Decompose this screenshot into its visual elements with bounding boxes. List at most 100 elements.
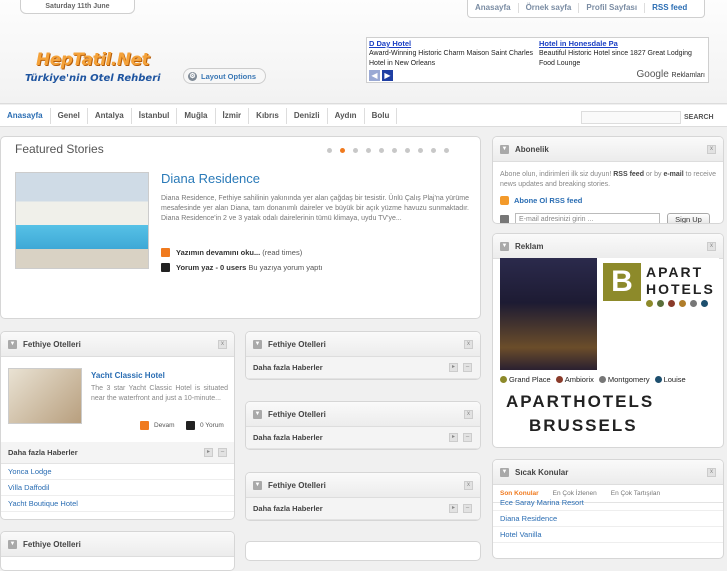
collapse-icon[interactable]: –	[218, 448, 227, 457]
subscription-box: ▼ Abonelik x Abone olun, indirimleri ilk…	[492, 136, 724, 224]
nav-item-aydin[interactable]: Aydın	[328, 107, 365, 124]
rss-icon	[500, 196, 509, 205]
sign-up-button[interactable]: Sign Up	[667, 213, 710, 223]
next-arrow-icon[interactable]: ▶	[382, 70, 393, 81]
search-input[interactable]	[581, 111, 681, 124]
box-title: Fethiye Otelleri	[23, 340, 81, 349]
nav-item-anasayfa[interactable]: Anasayfa	[0, 107, 51, 124]
collapse-icon[interactable]: –	[463, 363, 472, 372]
nav-item-kibris[interactable]: Kıbrıs	[249, 107, 287, 124]
gear-icon: ⚙	[188, 71, 197, 81]
featured-title[interactable]: Diana Residence	[161, 171, 260, 186]
nav-item-istanbul[interactable]: İstanbul	[132, 107, 178, 124]
fethiye-box-mid-1: ▼ Fethiye Otelleri x Daha fazla Haberler…	[245, 331, 481, 380]
list-item[interactable]: Ece Saray Marina Resort	[493, 495, 723, 511]
list-item[interactable]: Hotel Vanilla	[493, 527, 723, 543]
list-item[interactable]: Yonca Lodge	[1, 464, 234, 480]
advert-box: ▼ Reklam x B APART HOTELS Grand Place Amb…	[492, 233, 724, 448]
top-link-ornek-sayfa[interactable]: Örnek sayfa	[519, 3, 580, 13]
top-link-anasayfa[interactable]: Anasayfa	[468, 3, 519, 13]
fethiye-box-mid-4	[245, 541, 481, 561]
list-item[interactable]: Villa Daffodil	[1, 480, 234, 496]
ad-1-title[interactable]: D Day Hotel	[369, 39, 537, 49]
next-icon[interactable]: ▸	[449, 504, 458, 513]
google-logo: Google	[636, 69, 669, 80]
read-more-link[interactable]: Yazımın devamını oku...	[176, 248, 260, 257]
nav-item-mugla[interactable]: Muğla	[177, 107, 216, 124]
collapse-arrow-icon[interactable]: ▼	[253, 410, 262, 419]
slider-dot[interactable]	[379, 148, 384, 153]
slider-dot[interactable]	[418, 148, 423, 153]
slider-dot-active[interactable]	[340, 148, 345, 153]
collapse-icon[interactable]: –	[463, 433, 472, 442]
nav-item-denizli[interactable]: Denizli	[287, 107, 328, 124]
aparthotels-banner[interactable]: B APART HOTELS Grand Place Ambiorix Montg…	[500, 258, 719, 440]
next-icon[interactable]: ▸	[204, 448, 213, 457]
brand-dot	[657, 300, 664, 307]
comment-link[interactable]: Yorum yaz - 0 users	[176, 263, 246, 272]
slider-dot[interactable]	[431, 148, 436, 153]
slider-dot[interactable]	[366, 148, 371, 153]
slider-dot[interactable]	[327, 148, 332, 153]
collapse-arrow-icon[interactable]: ▼	[500, 145, 509, 154]
email-signup-row: E-mail adresinizi girin ... Sign Up	[500, 213, 710, 223]
collapse-arrow-icon[interactable]: ▼	[253, 481, 262, 490]
brand-line-1: APART	[646, 264, 704, 280]
layout-options-button[interactable]: ⚙ Layout Options	[183, 68, 266, 84]
brand-dot	[668, 300, 675, 307]
prev-arrow-icon[interactable]: ◀	[369, 70, 380, 81]
location-item: Montgomery	[598, 375, 650, 384]
top-link-profil[interactable]: Profil Sayfası	[579, 3, 646, 13]
close-icon[interactable]: x	[464, 481, 473, 490]
list-item[interactable]: Yacht Boutique Hotel	[1, 496, 234, 512]
next-icon[interactable]: ▸	[449, 363, 458, 372]
collapse-arrow-icon[interactable]: ▼	[500, 468, 509, 477]
devam-link[interactable]: Devam	[140, 421, 175, 430]
ad-2-title[interactable]: Hotel in Honesdale Pa	[539, 39, 707, 49]
close-icon[interactable]: x	[464, 340, 473, 349]
close-icon[interactable]: x	[707, 242, 716, 251]
rss-subscribe-link[interactable]: Abone Ol RSS feed	[500, 196, 582, 205]
close-icon[interactable]: x	[707, 145, 716, 154]
location-label: Grand Place	[509, 375, 551, 384]
collapse-icon[interactable]: –	[463, 504, 472, 513]
featured-hotel-image[interactable]	[15, 172, 149, 269]
comment-row[interactable]: Yorum yaz - 0 users Bu yazıya yorum yapt…	[161, 263, 323, 272]
hotel-links: Yonca Lodge Villa Daffodil Yacht Boutiqu…	[1, 464, 234, 512]
subscription-text-2: or by	[645, 171, 662, 178]
box-header: ▼ Fethiye Otelleri x	[1, 332, 234, 357]
top-link-rss[interactable]: RSS feed	[645, 3, 694, 13]
close-icon[interactable]: x	[464, 410, 473, 419]
more-news-bar: Daha fazla Haberler ▸ –	[1, 442, 234, 464]
slider-dot[interactable]	[405, 148, 410, 153]
google-ads: D Day Hotel Award-Winning Historic Charm…	[366, 37, 709, 83]
list-item[interactable]: Diana Residence	[493, 511, 723, 527]
yorum-link[interactable]: 0 Yorum	[186, 421, 224, 430]
search-button[interactable]: SEARCH	[684, 111, 714, 124]
google-ads-label[interactable]: Google Reklamları	[637, 69, 705, 80]
slider-dot[interactable]	[444, 148, 449, 153]
rss-subscribe-label: Abone Ol RSS feed	[514, 196, 583, 205]
brand-dot	[679, 300, 686, 307]
slider-dot[interactable]	[392, 148, 397, 153]
nav-item-antalya[interactable]: Antalya	[88, 107, 132, 124]
read-more-row[interactable]: Yazımın devamını oku... (read times)	[161, 248, 302, 257]
hotel-image[interactable]	[8, 368, 82, 424]
ad-2[interactable]: Hotel in Honesdale Pa Beautiful Historic…	[539, 39, 707, 69]
close-icon[interactable]: x	[218, 340, 227, 349]
ad-1[interactable]: D Day Hotel Award-Winning Historic Charm…	[369, 39, 537, 69]
box-title: Fethiye Otelleri	[268, 340, 326, 349]
close-icon[interactable]: x	[707, 468, 716, 477]
nav-item-izmir[interactable]: İzmir	[216, 107, 250, 124]
collapse-arrow-icon[interactable]: ▼	[8, 340, 17, 349]
nav-item-bolu[interactable]: Bolu	[365, 107, 398, 124]
slider-dot[interactable]	[353, 148, 358, 153]
nav-item-genel[interactable]: Genel	[51, 107, 88, 124]
hotel-title[interactable]: Yacht Classic Hotel	[91, 371, 165, 380]
next-icon[interactable]: ▸	[449, 433, 458, 442]
box-header: ▼ Sıcak Konular x	[493, 460, 723, 485]
collapse-arrow-icon[interactable]: ▼	[253, 340, 262, 349]
collapse-arrow-icon[interactable]: ▼	[500, 242, 509, 251]
site-logo[interactable]: HepTatil.Net	[36, 50, 150, 70]
email-field[interactable]: E-mail adresinizi girin ...	[515, 213, 660, 223]
